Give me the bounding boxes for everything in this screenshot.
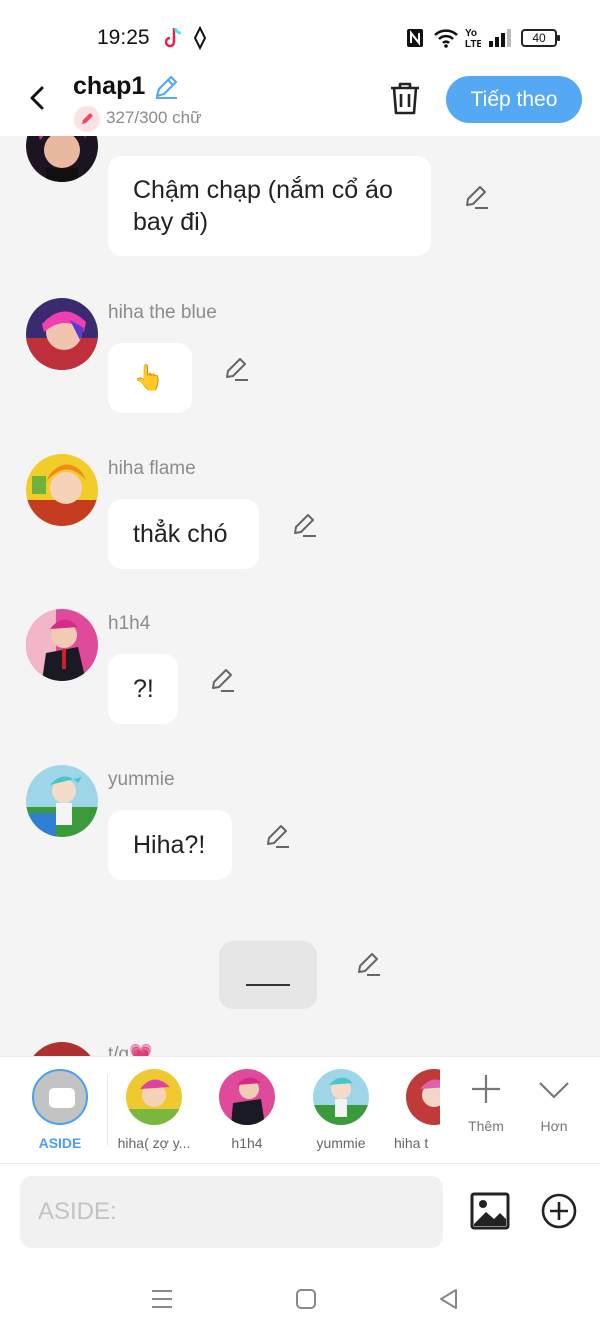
- character-h1h4[interactable]: h1h4: [212, 1069, 282, 1151]
- character-name: t/g💗: [108, 1044, 153, 1056]
- character-name: hiha flame: [108, 458, 196, 479]
- home-icon[interactable]: [293, 1286, 319, 1312]
- back-triangle-icon[interactable]: [436, 1286, 462, 1312]
- avatar-hiha-flame[interactable]: [26, 454, 98, 526]
- tiktok-icon: [164, 27, 182, 48]
- aside-message-bubble[interactable]: [219, 941, 317, 1009]
- nfc-icon: [407, 29, 423, 47]
- character-name: hiha the blue: [108, 302, 217, 323]
- menu-icon[interactable]: [149, 1286, 175, 1312]
- chapter-title: chap1: [73, 72, 146, 100]
- composer: [0, 1164, 600, 1264]
- add-character-button[interactable]: Thêm: [462, 1071, 510, 1134]
- edit-message-pencil-icon[interactable]: [264, 823, 290, 849]
- character-name: h1h4: [108, 613, 151, 634]
- next-button[interactable]: Tiếp theo: [446, 76, 582, 123]
- add-circle-icon[interactable]: [540, 1192, 578, 1230]
- edit-message-pencil-icon[interactable]: [291, 512, 317, 538]
- expand-label: Hơn: [540, 1118, 568, 1134]
- avatar-hiha-the-blue[interactable]: [26, 298, 98, 370]
- avatar: [406, 1069, 440, 1125]
- avatar-h1h4[interactable]: [26, 609, 98, 681]
- character-yummie[interactable]: yummie: [305, 1069, 377, 1151]
- message-bubble[interactable]: thẳk chó: [108, 499, 259, 569]
- edit-message-pencil-icon[interactable]: [209, 667, 235, 693]
- message-bubble[interactable]: 👆: [108, 343, 192, 413]
- battery-indicator: 40: [521, 29, 560, 47]
- wifi-icon: [434, 29, 458, 48]
- message-bubble[interactable]: Hiha?!: [108, 810, 232, 880]
- character-label: yummie: [316, 1135, 366, 1151]
- avatar: [219, 1069, 275, 1125]
- svg-text:Yo: Yo: [465, 28, 477, 39]
- character-label: h1h4: [231, 1135, 263, 1151]
- word-count-pencil-icon: [74, 106, 100, 132]
- add-label: Thêm: [468, 1118, 504, 1134]
- edit-message-pencil-icon[interactable]: [463, 184, 489, 210]
- app-diamond-icon: [193, 26, 207, 50]
- aside-icon: [32, 1069, 88, 1125]
- svg-text:LTE: LTE: [465, 39, 481, 50]
- status-bar: 19:25 Yo LTE 40: [0, 0, 600, 72]
- avatar: [126, 1069, 182, 1125]
- character-selector: ASIDE hiha( zợ y... h1h4 yummie hiha t T…: [0, 1056, 600, 1164]
- character-label: hiha( zợ y...: [117, 1135, 191, 1151]
- aside-placeholder-line: [246, 984, 290, 986]
- system-nav-bar: [0, 1264, 600, 1333]
- character-label: hiha t: [394, 1135, 429, 1151]
- signal-icon: [489, 29, 511, 47]
- character-hiha-t[interactable]: hiha t: [394, 1069, 440, 1151]
- back-arrow-icon[interactable]: [24, 84, 52, 112]
- image-icon[interactable]: [470, 1192, 510, 1230]
- expand-button[interactable]: Hơn: [532, 1071, 576, 1134]
- trash-icon[interactable]: [388, 80, 422, 116]
- message-bubble[interactable]: Chậm chạp (nắm cổ áo bay đi): [108, 156, 431, 256]
- character-label: ASIDE: [38, 1135, 82, 1151]
- edit-message-pencil-icon[interactable]: [355, 951, 381, 977]
- avatar-character-1[interactable]: [26, 136, 98, 182]
- edit-message-pencil-icon[interactable]: [223, 356, 249, 382]
- status-time: 19:25: [97, 26, 150, 49]
- message-input[interactable]: [20, 1176, 443, 1248]
- chat-area: Chậm chạp (nắm cổ áo bay đi) hiha the bl…: [0, 136, 600, 1056]
- chevron-down-icon: [539, 1082, 569, 1099]
- character-aside[interactable]: ASIDE: [20, 1069, 100, 1151]
- divider: [107, 1075, 108, 1145]
- character-name: yummie: [108, 769, 175, 790]
- plus-icon: [472, 1075, 500, 1103]
- word-count: 327/300 chữ: [106, 108, 202, 127]
- editor-header: chap1 327/300 chữ Tiếp theo: [0, 72, 600, 136]
- avatar-yummie[interactable]: [26, 765, 98, 837]
- volte-icon: YoLTE: [465, 28, 481, 50]
- edit-title-pencil-icon[interactable]: [152, 73, 180, 101]
- avatar: [313, 1069, 369, 1125]
- message-bubble[interactable]: ?!: [108, 654, 178, 724]
- character-hiha[interactable]: hiha( zợ y...: [112, 1069, 196, 1151]
- avatar-tg[interactable]: [26, 1042, 98, 1056]
